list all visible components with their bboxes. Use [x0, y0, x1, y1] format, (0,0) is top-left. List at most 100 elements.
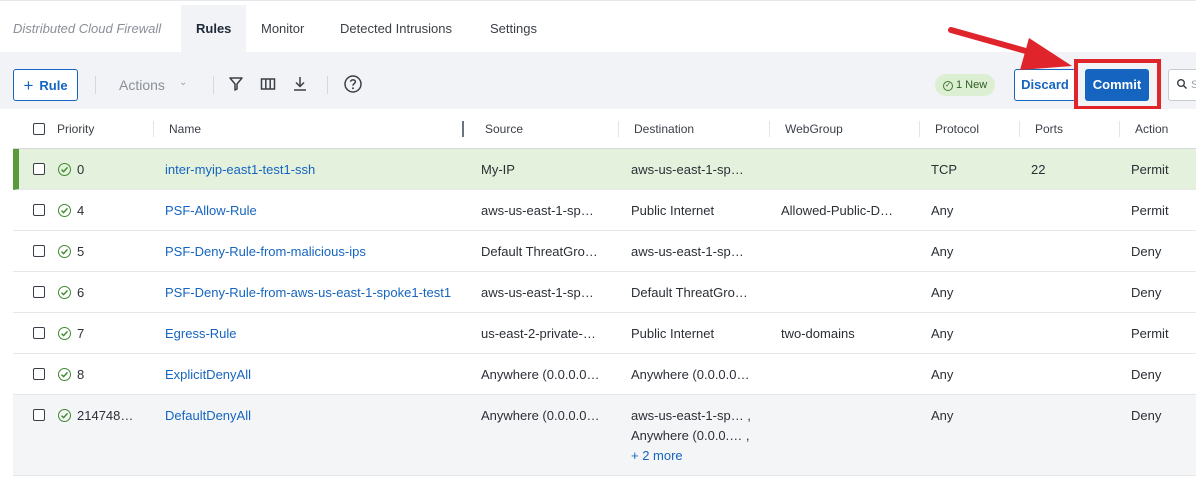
check-circle-icon: ✓ [943, 81, 953, 91]
tab-monitor[interactable]: Monitor [246, 5, 319, 53]
rule-source: Anywhere (0.0.0.0… [481, 367, 600, 382]
rule-action: Permit [1131, 162, 1169, 177]
column-header-ports[interactable]: Ports [1035, 122, 1063, 136]
rule-webgroup: Allowed-Public-D… [781, 203, 893, 218]
check-circle-icon [58, 368, 71, 381]
rule-priority: 6 [77, 285, 85, 300]
column-resize-handle[interactable] [462, 121, 464, 137]
chevron-down-icon: ⌄ [179, 77, 188, 88]
rule-name-link[interactable]: PSF-Deny-Rule-from-malicious-ips [165, 244, 366, 259]
rule-protocol: Any [931, 285, 954, 300]
add-rule-button[interactable]: + Rule [13, 69, 78, 101]
rule-name-link[interactable]: ExplicitDenyAll [165, 367, 251, 382]
check-circle-icon [58, 163, 71, 176]
table-row[interactable]: 0 inter-myip-east1-test1-ssh My-IP aws-u… [13, 149, 1196, 190]
row-checkbox[interactable] [33, 163, 45, 175]
rule-name-link[interactable]: DefaultDenyAll [165, 408, 251, 423]
tab-rules[interactable]: Rules [181, 5, 247, 53]
plus-icon: + [23, 76, 34, 95]
rule-destination: aws-us-east-1-sp… [631, 244, 744, 259]
rule-destination: aws-us-east-1-sp… [631, 162, 744, 177]
row-checkbox[interactable] [33, 245, 45, 257]
rule-name-link[interactable]: Egress-Rule [165, 326, 237, 341]
search-input[interactable]: S [1168, 69, 1196, 101]
column-divider [1019, 121, 1020, 137]
rule-action: Deny [1131, 285, 1162, 300]
row-checkbox[interactable] [33, 368, 45, 380]
tab-detected-intrusions[interactable]: Detected Intrusions [325, 5, 467, 53]
rule-source: aws-us-east-1-sp… [481, 203, 594, 218]
column-divider [618, 121, 619, 137]
help-icon[interactable] [343, 74, 363, 94]
column-divider [769, 121, 770, 137]
rule-destination: Public Internet [631, 203, 715, 218]
check-circle-icon [58, 409, 71, 422]
column-header-action[interactable]: Action [1135, 122, 1168, 136]
rule-protocol: Any [931, 244, 954, 259]
columns-icon[interactable] [258, 74, 278, 94]
row-checkbox[interactable] [33, 409, 45, 421]
table-row[interactable]: 5 PSF-Deny-Rule-from-malicious-ips Defau… [13, 231, 1196, 272]
column-header-priority[interactable]: Priority [57, 122, 94, 136]
more-destinations-link[interactable]: + 2 more [631, 448, 683, 463]
rule-source: Default ThreatGro… [481, 244, 598, 259]
column-header-source[interactable]: Source [485, 122, 523, 136]
row-checkbox[interactable] [33, 327, 45, 339]
rule-protocol: Any [931, 326, 954, 341]
rule-source: Anywhere (0.0.0.0… [481, 408, 600, 423]
search-placeholder: S [1191, 79, 1196, 91]
rule-priority: 0 [77, 162, 85, 177]
rule-protocol: Any [931, 203, 954, 218]
select-all-checkbox[interactable] [33, 123, 45, 135]
rule-source: us-east-2-private-… [481, 326, 596, 341]
divider [95, 76, 96, 94]
rule-destination: Public Internet [631, 326, 715, 341]
check-circle-icon [58, 327, 71, 340]
row-checkbox[interactable] [33, 204, 45, 216]
table-row[interactable]: 7 Egress-Rule us-east-2-private-… Public… [13, 313, 1196, 354]
table-row[interactable]: 6 PSF-Deny-Rule-from-aws-us-east-1-spoke… [13, 272, 1196, 313]
column-header-name[interactable]: Name [169, 122, 201, 136]
check-circle-icon [58, 245, 71, 258]
search-icon [1177, 79, 1188, 90]
rule-name-link[interactable]: inter-myip-east1-test1-ssh [165, 162, 315, 177]
rule-name-link[interactable]: PSF-Allow-Rule [165, 203, 257, 218]
check-circle-icon [58, 204, 71, 217]
table-row[interactable]: 214748… DefaultDenyAll Anywhere (0.0.0.0… [13, 395, 1196, 476]
rule-webgroup: two-domains [781, 326, 855, 341]
discard-button[interactable]: Discard [1014, 69, 1076, 101]
column-divider [919, 121, 920, 137]
rule-protocol: Any [931, 367, 954, 382]
rule-priority: 8 [77, 367, 85, 382]
table-header: Priority Name Source Destination WebGrou… [13, 109, 1196, 149]
commit-button[interactable]: Commit [1085, 69, 1149, 101]
rule-protocol: Any [931, 408, 954, 423]
rule-action: Permit [1131, 326, 1169, 341]
column-header-webgroup[interactable]: WebGroup [785, 122, 843, 136]
rule-destination: Default ThreatGro… [631, 285, 748, 300]
filter-icon[interactable] [226, 74, 246, 94]
top-nav-bar: Distributed Cloud Firewall Rules Monitor… [0, 0, 1196, 53]
add-rule-label: Rule [39, 78, 68, 93]
column-header-destination[interactable]: Destination [634, 122, 694, 136]
table-row[interactable]: 8 ExplicitDenyAll Anywhere (0.0.0.0… Any… [13, 354, 1196, 395]
rule-destination: Anywhere (0.0.0.… , [631, 428, 750, 443]
rule-priority: 214748… [77, 408, 134, 423]
rule-name-link[interactable]: PSF-Deny-Rule-from-aws-us-east-1-spoke1-… [165, 285, 451, 300]
actions-dropdown[interactable]: Actions [119, 77, 165, 93]
rule-action: Deny [1131, 367, 1162, 382]
rule-action: Deny [1131, 408, 1162, 423]
app-title: Distributed Cloud Firewall [13, 21, 162, 36]
rule-priority: 4 [77, 203, 85, 218]
rules-toolbar: + Rule Actions ⌄ ✓ 1 New Discard Commit S [0, 52, 1196, 110]
rule-protocol: TCP [931, 162, 957, 177]
rule-ports: 22 [1031, 162, 1046, 177]
new-changes-badge: ✓ 1 New [935, 74, 996, 96]
row-checkbox[interactable] [33, 286, 45, 298]
rule-priority: 5 [77, 244, 85, 259]
tab-settings[interactable]: Settings [475, 5, 552, 53]
rule-source: aws-us-east-1-sp… [481, 285, 594, 300]
download-icon[interactable] [290, 74, 310, 94]
column-header-protocol[interactable]: Protocol [935, 122, 979, 136]
table-row[interactable]: 4 PSF-Allow-Rule aws-us-east-1-sp… Publi… [13, 190, 1196, 231]
